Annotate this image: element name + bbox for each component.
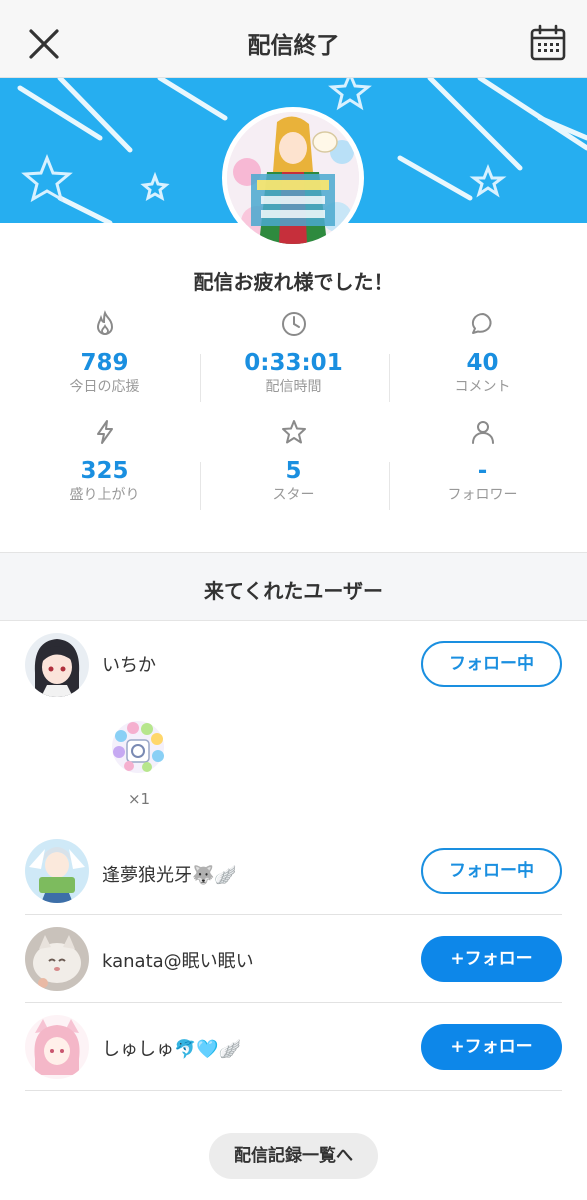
row-divider [25,1090,562,1091]
username: kanata@眠い眠い [102,951,254,972]
stat-support: 789 今日の応援 [10,310,199,396]
stat-excitement: 325 盛り上がり [10,418,199,504]
page-title: 配信終了 [247,33,340,59]
visitor-row: しゅしゅ🐬🩵🪽 +フォロー [25,1015,562,1079]
flame-icon [96,310,113,335]
stat-label: フォロワー [447,487,518,503]
stream-history-button[interactable]: 配信記録一覧へ [209,1133,378,1179]
username: しゅしゅ🐬🩵🪽 [102,1039,242,1060]
gift-count: ×1 [127,790,151,808]
following-button[interactable]: フォロー中 [421,848,562,894]
stat-label: 盛り上がり [69,487,140,503]
stat-value: 0:33:01 [244,350,343,376]
stat-value: 325 [80,458,129,484]
stats-grid: 789 今日の応援 0:33:01 配信時間 40 コメント 325 盛り上がり… [10,310,577,520]
stat-value: 5 [285,458,302,484]
visitor-row: kanata@眠い眠い +フォロー [25,927,562,991]
stat-followers: - フォロワー [388,418,577,504]
clock-icon [281,312,306,336]
stat-label: 今日の応援 [69,379,140,395]
stat-stars: 5 スター [199,418,388,504]
visitor-row: 逢夢狼光牙🐺🪽 フォロー中 [25,839,562,903]
username: 逢夢狼光牙🐺🪽 [102,865,237,886]
lightning-icon [96,420,113,444]
row-divider [25,1002,562,1003]
section-title: 来てくれたユーザー [204,579,383,603]
avatar[interactable] [25,839,89,903]
row-divider [25,914,562,915]
person-icon [471,421,494,444]
stream-ended-message: 配信お疲れ様でした！ [193,270,394,294]
visitor-row: いちか フォロー中 [25,633,562,697]
avatar[interactable] [25,633,89,697]
stat-value: 789 [80,350,129,376]
avatar[interactable] [25,927,89,991]
stat-comments: 40 コメント [388,310,577,396]
stat-label: 配信時間 [265,379,322,395]
stat-value: - [477,458,488,484]
gift-item-icon [112,721,164,773]
follow-button[interactable]: +フォロー [421,936,562,982]
stat-duration: 0:33:01 配信時間 [199,310,388,396]
top-bar: 配信終了 [0,0,587,78]
streamer-avatar [222,107,364,249]
following-button[interactable]: フォロー中 [421,641,562,687]
avatar[interactable] [25,1015,89,1079]
follow-button[interactable]: +フォロー [421,1024,562,1070]
star-icon [281,420,306,444]
comment-icon [471,312,492,334]
calendar-icon[interactable] [527,22,569,64]
stat-label: コメント [454,379,511,395]
username: いちか [102,655,156,676]
stat-value: 40 [466,350,499,376]
visitors-section-header: 来てくれたユーザー [0,552,587,621]
stat-label: スター [272,487,315,503]
